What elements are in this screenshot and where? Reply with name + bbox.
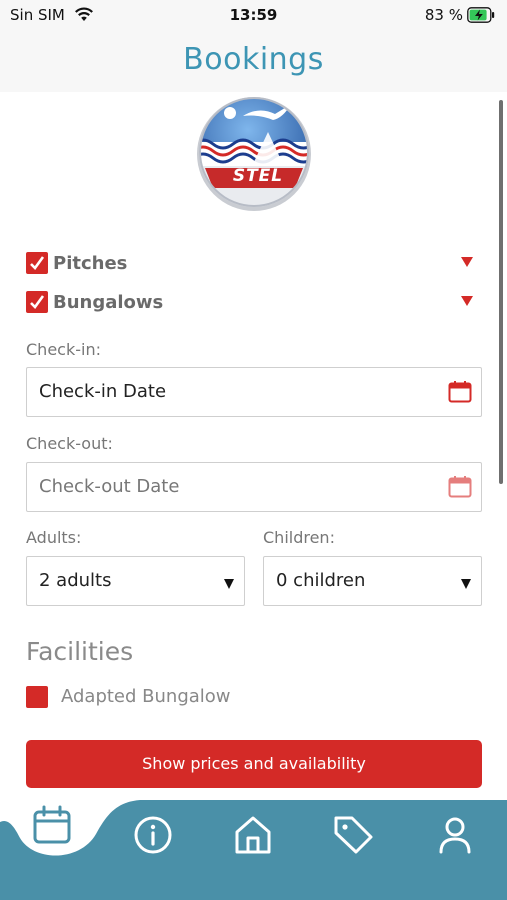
status-bar: Sin SIM 13:59 83 % [0,0,507,32]
tab-offers[interactable] [328,808,378,858]
show-prices-button[interactable]: Show prices and availability [26,740,482,788]
bottom-tab-bar [0,790,507,900]
children-value: 0 children [276,570,366,591]
stel-logo: STEL [193,94,315,218]
tab-bookings[interactable] [28,802,78,852]
info-icon [134,816,172,854]
type-pitches-row[interactable]: Pitches [26,252,476,276]
adults-select[interactable]: 2 adults [26,556,245,606]
adults-value: 2 adults [39,570,112,591]
expand-pitches-icon[interactable] [461,257,473,267]
checkin-value: Check-in Date [39,381,167,402]
bookings-screen: Sin SIM 13:59 83 % Bookings STEL Pitches… [0,0,507,900]
scrollbar[interactable] [499,100,503,484]
app-header: Bookings [0,32,507,92]
calendar-icon [448,380,472,408]
user-icon [439,817,471,854]
checkout-placeholder: Check-out Date [39,476,180,497]
adapted-bungalow-checkbox[interactable] [26,686,48,708]
home-icon [235,816,271,854]
bungalows-checkbox[interactable] [26,291,48,313]
tab-home[interactable] [228,810,278,860]
logo-text: STEL [232,166,284,186]
page-title: Bookings [183,42,324,77]
checkmark-icon [30,295,45,309]
tag-icon [334,816,373,854]
dropdown-arrow-icon [224,579,234,589]
checkin-label: Check-in: [26,340,101,359]
tab-profile[interactable] [430,810,480,860]
facilities-heading: Facilities [26,637,134,666]
checkin-date-field[interactable]: Check-in Date [26,367,482,417]
bungalows-label: Bungalows [53,292,164,313]
battery-percent: 83 % [424,6,463,24]
checkmark-icon [30,256,45,270]
expand-bungalows-icon[interactable] [461,296,473,306]
adapted-bungalow-label[interactable]: Adapted Bungalow [61,686,231,707]
dropdown-arrow-icon [461,579,471,589]
battery-charging-icon [467,7,495,27]
pitches-checkbox[interactable] [26,252,48,274]
adults-label: Adults: [26,528,82,547]
calendar-icon [448,475,472,503]
children-label: Children: [263,528,335,547]
calendar-icon [33,805,71,844]
checkout-date-field[interactable]: Check-out Date [26,462,482,512]
checkout-label: Check-out: [26,434,113,453]
type-bungalows-row[interactable]: Bungalows [26,291,476,315]
pitches-label: Pitches [53,253,128,274]
tab-info[interactable] [128,810,178,860]
children-select[interactable]: 0 children [263,556,482,606]
